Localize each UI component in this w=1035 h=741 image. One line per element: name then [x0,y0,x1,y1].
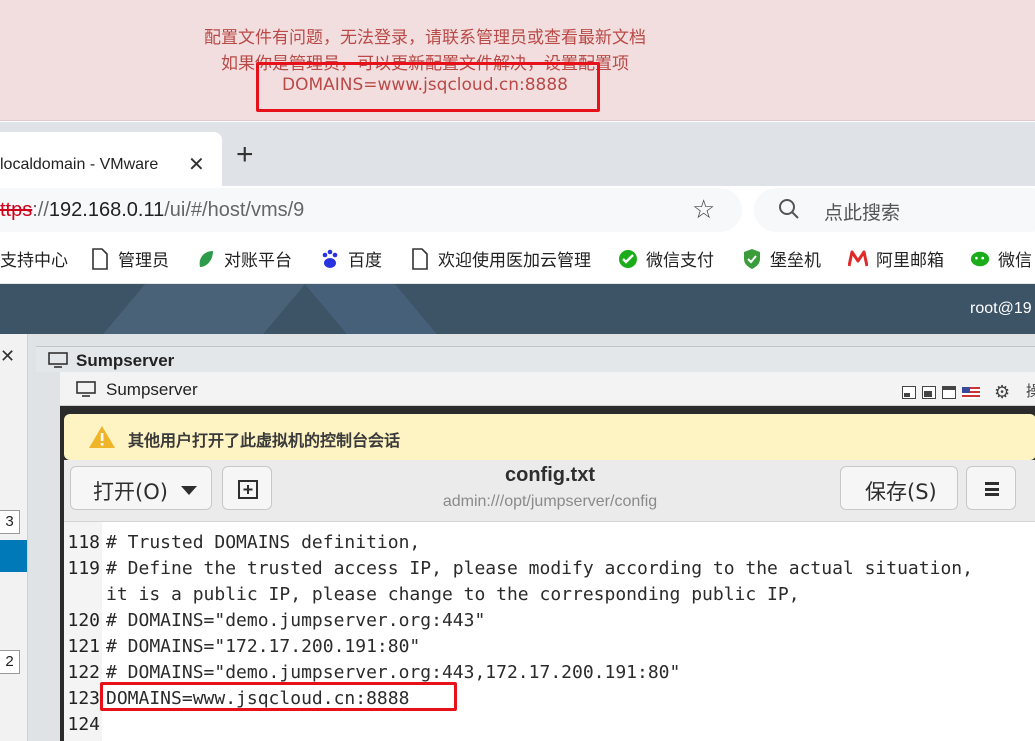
count-badge[interactable]: 2 [0,650,20,674]
monitor-icon [76,381,96,397]
bookmark-label: 对账平台 [224,251,292,270]
search-input[interactable]: 点此搜索 [754,188,1035,232]
page-icon [412,247,428,270]
bookmark-yijiayun[interactable]: 欢迎使用医加云管理 [410,246,591,271]
highlight-box-banner [256,62,600,112]
new-tab-plus-icon[interactable]: + [236,138,254,172]
line-number: 121 [67,636,100,657]
console-titlebar: Sumpserver ⚙ 操 [60,372,1035,406]
vm-name: Sumpserver [76,351,175,370]
bookmark-label: 微信 [998,251,1032,270]
bookmark-label: 堡垒机 [770,251,821,270]
session-warning-bar: 其他用户打开了此虚拟机的控制台会话 [64,414,1035,460]
save-button-label: 保存(S) [865,480,937,504]
page-icon [92,247,108,270]
save-button[interactable]: 保存(S) [840,466,958,510]
menu-icon [985,482,999,496]
selected-nav-item[interactable] [0,540,27,572]
bookmark-baidu[interactable]: 百度 [320,246,382,271]
browser-tab-strip: localdomain - VMware ✕ + [0,122,1035,186]
bookmark-admin[interactable]: 管理员 [90,246,169,271]
url-field[interactable]: ttps://192.168.0.11/ui/#/host/vms/9 ☆ [0,188,742,232]
header-decoration [78,284,322,334]
bookmark-label: 阿里邮箱 [876,251,944,270]
line-number: 120 [67,610,100,631]
wechat-icon [970,251,990,266]
count-badge[interactable]: 3 [0,510,20,534]
header-decoration [288,284,462,334]
url-scheme-insecure: ttps [0,199,33,221]
bookmark-wechat[interactable]: 微信 [970,246,1032,271]
code-line: # DOMAINS="demo.jumpserver.org:443,172.1… [106,662,681,683]
more-actions-label[interactable]: 操 [1026,380,1035,401]
error-banner: 配置文件有问题，无法登录，请联系管理员或查看最新文档 如果你是管理员，可以更新配… [0,0,1035,121]
bookmark-label: 管理员 [118,251,169,270]
banner-message-line-1: 配置文件有问题，无法登录，请联系管理员或查看最新文档 [204,28,646,48]
url-text: ttps://192.168.0.11/ui/#/host/vms/9 [0,199,304,222]
bookmark-reconcile[interactable]: 对账平台 [196,246,292,271]
line-number: 122 [67,662,100,683]
warning-text: 其他用户打开了此虚拟机的控制台会话 [128,433,401,450]
line-number: 118 [67,532,100,553]
monitor-icon [48,352,68,368]
vm-panel-title: Sumpserver [36,346,1035,372]
editor-headerbar: 打开(O) config.txt admin:///opt/jumpserver… [64,460,1035,522]
code-line: # DOMAINS="demo.jumpserver.org:443" [106,610,486,631]
window-size-small-icon[interactable] [902,386,916,399]
keyboard-layout-flag-icon[interactable] [962,386,980,399]
vsphere-header: root@19 [0,284,1035,334]
code-line-wrapped: it is a public IP, please change to the … [106,584,800,605]
search-placeholder: 点此搜索 [824,203,901,224]
wechat-pay-icon [619,249,637,268]
baidu-paw-icon [322,249,338,268]
code-line: # Define the trusted access IP, please m… [106,558,973,579]
shield-icon [744,248,760,269]
line-number: 119 [67,558,100,579]
url-path: /ui/#/host/vms/9 [164,199,305,221]
browser-tab-active[interactable]: localdomain - VMware ✕ [0,132,222,186]
bookmark-wechat-pay[interactable]: 微信支付 [618,246,714,271]
hamburger-menu-button[interactable] [966,466,1016,510]
leaf-icon [199,250,213,267]
url-host: 192.168.0.11 [48,199,165,221]
window-size-medium-icon[interactable] [922,386,936,399]
code-line: # DOMAINS="172.17.200.191:80" [106,636,421,657]
bookmark-ali-mail[interactable]: 阿里邮箱 [848,246,944,271]
bookmark-bastion[interactable]: 堡垒机 [742,246,821,271]
bookmark-label: 欢迎使用医加云管理 [438,251,591,270]
bookmark-star-icon[interactable]: ☆ [692,194,715,225]
address-bar-row: ttps://192.168.0.11/ui/#/host/vms/9 ☆ 点此… [0,186,1035,234]
left-navigator: ✕ 3 2 [0,334,28,741]
bookmark-label: 微信支付 [646,251,714,270]
mail-m-icon [848,250,868,266]
code-line: # Trusted DOMAINS definition, [106,532,421,553]
maximize-icon[interactable] [942,386,956,399]
close-icon[interactable]: ✕ [188,152,205,177]
bookmarks-bar: 支持中心 管理员 对账平台 百度 欢迎使用医加云管理 微信支付 堡垒机 阿里邮箱… [0,234,1035,284]
console-title: Sumpserver [106,380,198,399]
collapse-icon[interactable]: ✕ [0,346,15,367]
url-separator: :// [32,199,49,221]
gear-icon[interactable]: ⚙ [994,382,1010,403]
tab-title: localdomain - VMware [0,156,159,173]
bookmark-label: 百度 [348,251,382,270]
bookmark-label: 支持中心 [0,251,68,270]
user-menu[interactable]: root@19 [970,300,1032,318]
line-number: 123 [67,688,100,709]
line-number: 124 [67,714,100,735]
bookmark-support-center[interactable]: 支持中心 [0,246,68,271]
warning-icon [89,426,115,448]
highlight-box-config-line [100,682,457,711]
console-toolbar: ⚙ [902,382,1010,403]
search-icon [779,199,799,219]
